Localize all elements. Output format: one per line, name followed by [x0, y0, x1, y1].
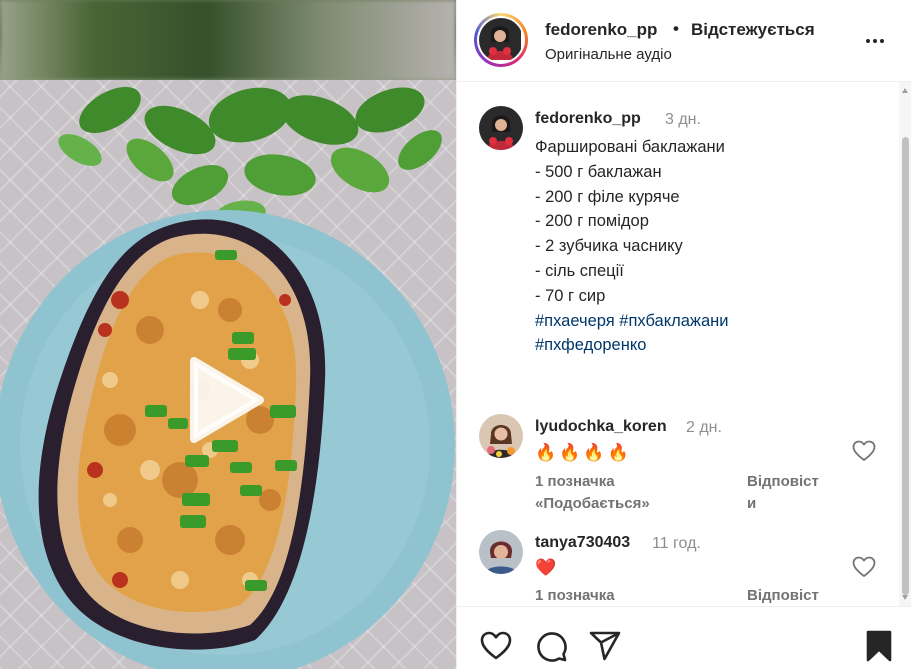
more-options-icon: [865, 39, 870, 43]
commenter-username[interactable]: lyudochka_koren: [535, 418, 667, 436]
hashtag-link[interactable]: #пхфедоренко: [535, 336, 646, 354]
basil-leaves: [58, 86, 442, 230]
author-username[interactable]: fedorenko_pp: [545, 20, 657, 40]
post-header: fedorenko_pp • Відстежується Оригінальне…: [457, 0, 911, 82]
header-separator: •: [673, 19, 679, 38]
scroll-up-arrow-icon[interactable]: [902, 88, 908, 93]
comments-scroll-area[interactable]: fedorenko_pp 3 дн. Фаршировані баклажани…: [457, 82, 911, 606]
caption-line: - 200 г філе куряче: [535, 187, 680, 206]
caption-line: - 500 г баклажан: [535, 162, 662, 181]
save-button[interactable]: [862, 629, 896, 663]
comment-text: 🔥🔥🔥🔥: [535, 443, 632, 462]
food-photo: [0, 86, 455, 669]
play-button[interactable]: [186, 355, 266, 445]
caption-timestamp[interactable]: 3 дн.: [665, 111, 701, 129]
heart-icon: [852, 556, 876, 577]
play-icon: [190, 357, 264, 443]
caption-line: Фаршировані баклажани: [535, 138, 725, 156]
like-button[interactable]: [479, 629, 513, 663]
commenter-username[interactable]: tanya730403: [535, 534, 630, 552]
follow-status-button[interactable]: Відстежується: [691, 20, 815, 40]
hashtag-link[interactable]: #пхбаклажани: [619, 312, 728, 330]
caption-line: - 200 г помідор: [535, 212, 649, 231]
post-media[interactable]: [0, 0, 456, 669]
reply-button[interactable]: Відповісти: [747, 585, 827, 606]
comment-timestamp[interactable]: 11 год.: [652, 535, 701, 553]
bookmark-icon: [866, 630, 892, 662]
author-avatar-story-ring[interactable]: [474, 13, 528, 67]
original-audio-link[interactable]: Оригінальне аудіо: [545, 46, 672, 63]
caption-line: - 70 г сир: [535, 286, 606, 305]
comment-text: ❤️: [535, 558, 560, 577]
scroll-down-arrow-icon[interactable]: [902, 595, 908, 600]
heart-icon: [480, 631, 512, 660]
caption-text: Фаршировані баклажани - 500 г баклажан -…: [535, 135, 728, 358]
caption-author-avatar[interactable]: [479, 106, 523, 150]
comment-like-button[interactable]: [852, 440, 876, 462]
post-side-panel: fedorenko_pp • Відстежується Оригінальне…: [456, 0, 911, 669]
share-icon: [589, 631, 621, 661]
comment-button[interactable]: [534, 629, 568, 663]
comments-scrollbar[interactable]: [899, 82, 911, 606]
hashtag-link[interactable]: #пхаечеря: [535, 312, 615, 330]
comment-icon: [537, 632, 567, 662]
author-avatar: [479, 18, 523, 62]
commenter-avatar[interactable]: [479, 414, 523, 458]
more-options-button[interactable]: [864, 30, 894, 50]
post-action-bar: [457, 606, 911, 669]
heart-icon: [852, 440, 876, 461]
commenter-avatar[interactable]: [479, 530, 523, 574]
comment-timestamp[interactable]: 2 дн.: [686, 419, 722, 437]
caption-line: - 2 зубчика часнику: [535, 237, 683, 256]
share-button[interactable]: [588, 629, 622, 663]
scrollbar-thumb[interactable]: [902, 137, 909, 595]
comment-likes-count[interactable]: 1 позначка «Подобається»: [535, 471, 685, 515]
caption-line: - сіль спеції: [535, 261, 624, 280]
reply-button[interactable]: Відповісти: [747, 471, 827, 515]
comment-likes-count[interactable]: 1 позначка: [535, 585, 685, 606]
comment-like-button[interactable]: [852, 556, 876, 578]
caption-username[interactable]: fedorenko_pp: [535, 110, 641, 128]
